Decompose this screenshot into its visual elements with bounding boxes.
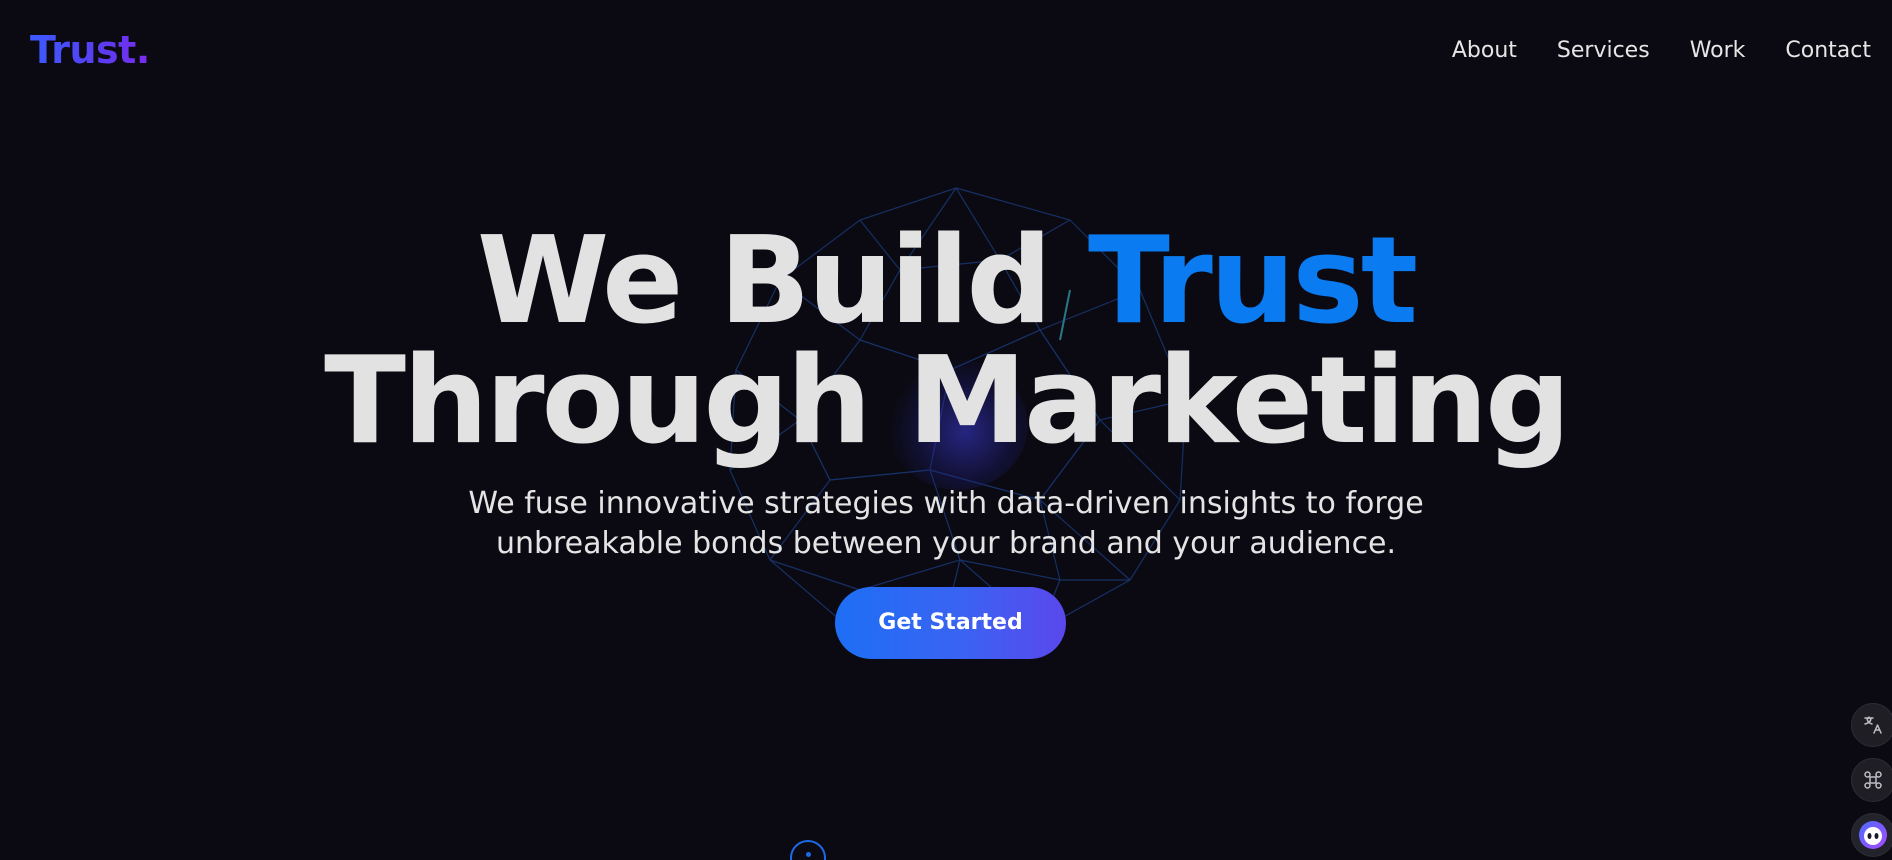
hero-title-accent: Trust bbox=[1088, 212, 1418, 351]
landing-page: Trust. About Services Work Contact We Bu… bbox=[0, 0, 1892, 860]
hero-title-text: We Build bbox=[476, 212, 1088, 351]
hero-subtitle-line-1: We fuse innovative strategies with data-… bbox=[468, 486, 1424, 521]
nav-link-about[interactable]: About bbox=[1452, 36, 1517, 66]
hero-title: We Build Trust Through Marketing bbox=[0, 222, 1892, 462]
nav-link-contact[interactable]: Contact bbox=[1785, 36, 1871, 66]
hero-subtitle-line-2: unbreakable bonds between your brand and… bbox=[495, 526, 1397, 561]
command-icon bbox=[1864, 771, 1882, 789]
brand-logo[interactable]: Trust. bbox=[30, 30, 150, 70]
nav-link-work[interactable]: Work bbox=[1690, 36, 1746, 66]
hero-subtitle: We fuse innovative strategies with data-… bbox=[446, 484, 1446, 564]
translate-icon bbox=[1864, 716, 1882, 734]
get-started-button[interactable]: Get Started bbox=[835, 587, 1066, 659]
scroll-dot bbox=[806, 852, 811, 857]
shortcuts-button[interactable] bbox=[1851, 758, 1892, 802]
main-nav: About Services Work Contact bbox=[1452, 36, 1871, 66]
hero-title-line-2: Through Marketing bbox=[324, 332, 1571, 471]
assistant-avatar-icon bbox=[1859, 821, 1887, 849]
site-header: Trust. About Services Work Contact bbox=[0, 0, 1892, 100]
nav-link-services[interactable]: Services bbox=[1557, 36, 1650, 66]
translate-button[interactable] bbox=[1851, 703, 1892, 747]
hero-title-line-1: We Build Trust bbox=[0, 222, 1892, 342]
scroll-down-indicator[interactable] bbox=[790, 840, 826, 860]
assistant-button[interactable] bbox=[1851, 813, 1892, 857]
